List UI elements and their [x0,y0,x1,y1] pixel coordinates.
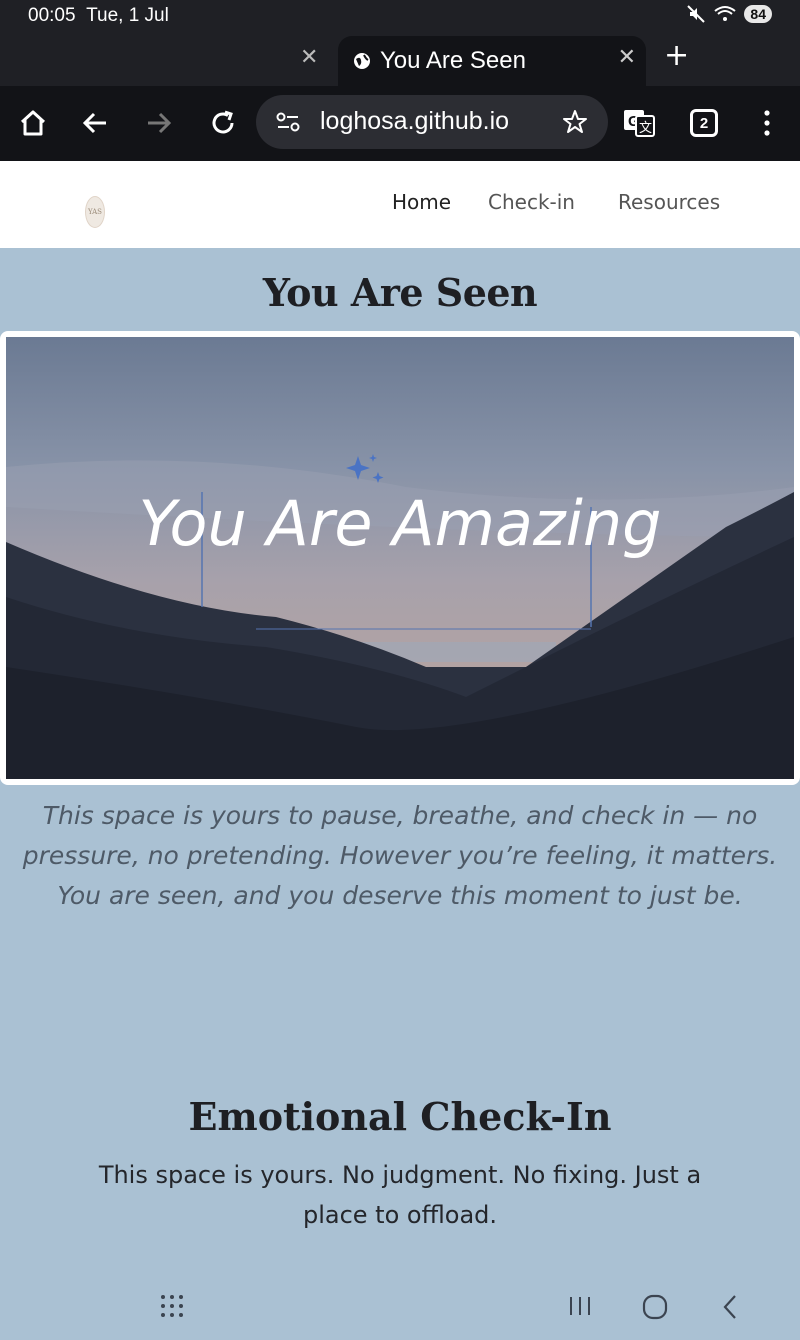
url-text[interactable]: loghosa.github.io [320,107,509,136]
home-nav-icon[interactable] [642,1294,668,1320]
hero-headline: You Are Amazing [138,487,662,560]
tab-active[interactable]: You Are Seen ✕ [338,36,646,86]
status-bar: 00:05 Tue, 1 Jul 84 [0,0,800,32]
android-nav-bar [0,1280,800,1340]
recent-apps-icon[interactable] [568,1294,592,1318]
globe-icon [354,53,370,69]
svg-text:文: 文 [639,121,652,136]
browser-toolbar: loghosa.github.io G文 2 [0,86,800,161]
bookmark-star-icon[interactable] [562,109,588,135]
more-menu-icon[interactable] [750,106,784,140]
back-nav-icon[interactable] [720,1294,740,1320]
translate-icon[interactable]: G文 [622,106,656,140]
home-icon[interactable] [16,106,50,140]
address-bar[interactable]: loghosa.github.io [256,95,608,149]
page-title: You Are Seen [262,270,538,315]
site-logo[interactable]: YAS [85,196,105,228]
nav-resources[interactable]: Resources [618,190,720,214]
sparkle-icon [346,454,384,483]
logo-text: YAS [88,208,102,216]
battery-indicator: 84 [744,5,772,23]
section-title: Emotional Check-In [188,1094,612,1139]
status-time-clock: 00:05 [28,5,76,26]
forward-icon[interactable] [142,106,176,140]
site-header: YAS Home Check-in Resources [0,161,800,248]
tab-title: You Are Seen [380,47,526,74]
tab-close-icon[interactable]: ✕ [618,45,636,70]
nav-home[interactable]: Home [392,190,451,214]
back-icon[interactable] [78,106,112,140]
status-icons: 84 [686,4,772,24]
app-drawer-icon[interactable] [160,1294,184,1318]
site-settings-icon[interactable] [276,111,300,133]
close-icon[interactable]: ✕ [300,45,318,70]
tab-count: 2 [699,114,709,132]
new-tab-icon[interactable]: + [664,38,689,73]
tab-switcher-button[interactable]: 2 [690,109,718,137]
status-date: Tue, 1 Jul [86,5,169,26]
reload-icon[interactable] [206,106,240,140]
status-time: 00:05 Tue, 1 Jul [28,5,169,27]
nav-check-in[interactable]: Check-in [488,190,575,214]
section-subtitle: This space is yours. No judgment. No fix… [98,1161,702,1229]
mute-icon [687,5,706,23]
wifi-icon [714,6,737,21]
hero-image: You Are Amazing [6,337,794,779]
intro-paragraph: This space is yours to pause, breathe, a… [22,801,778,910]
hero-card: You Are Amazing [0,331,800,785]
tab-strip: ✕ You Are Seen ✕ + [0,32,800,86]
